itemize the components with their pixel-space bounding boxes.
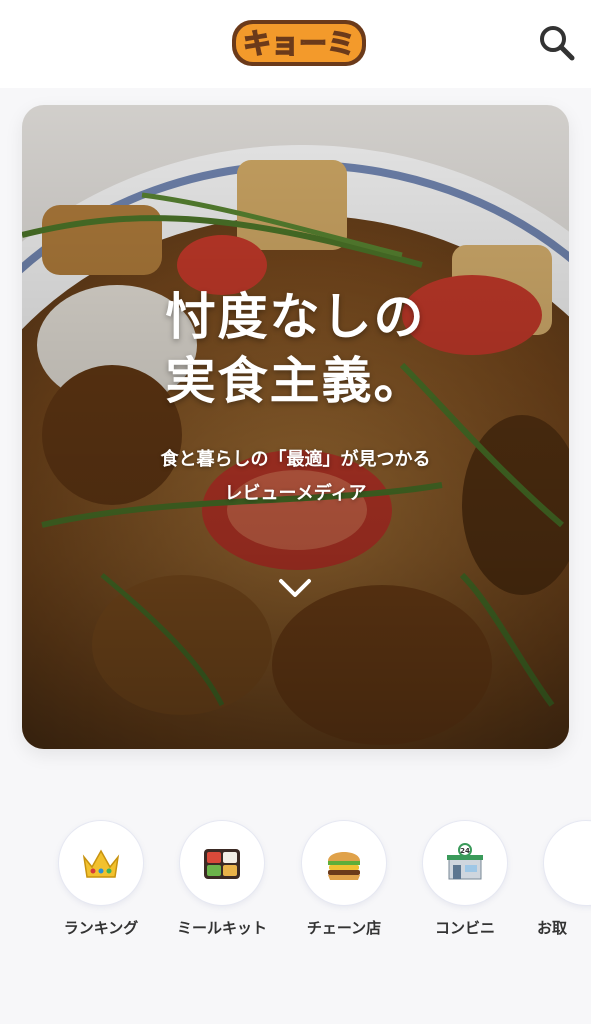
category-meal-kit-label: ミールキット (176, 919, 267, 937)
convenience-store-icon: 24 (447, 843, 483, 880)
category-chain-store[interactable]: チェーン店 (289, 820, 399, 938)
category-row[interactable]: ランキング ミールキット チェーン店 24 コンビニ お取 (0, 800, 591, 1000)
category-ranking[interactable]: ランキング (46, 820, 156, 938)
category-chain-store-circle (301, 820, 387, 906)
search-button[interactable] (536, 22, 578, 64)
hero-title-line-1: 忖度なしの (165, 288, 426, 346)
category-convenience-store-circle: 24 (422, 820, 508, 906)
crown-icon (82, 849, 120, 878)
category-partial[interactable]: お取 (531, 820, 591, 938)
svg-text:24: 24 (460, 847, 470, 855)
category-ranking-label: ランキング (63, 919, 139, 937)
category-ranking-circle (58, 820, 144, 906)
category-meal-kit[interactable]: ミールキット (167, 820, 277, 938)
bento-icon (204, 849, 240, 879)
app-header: キョーミ (0, 0, 591, 88)
search-icon (540, 26, 575, 61)
hero-subtitle-line-1: 食と暮らしの「最適」が見つかる (160, 449, 431, 470)
category-meal-kit-circle (179, 820, 265, 906)
hero-subtitle-line-2: レビューメディア (224, 483, 367, 504)
category-partial-circle (543, 820, 591, 906)
logo-text: キョーミ (243, 27, 355, 60)
category-partial-label: お取 (537, 919, 568, 937)
category-convenience-store-label: コンビニ (434, 919, 495, 937)
kyomi-logo[interactable]: キョーミ (228, 14, 370, 72)
chevron-down-icon (279, 579, 311, 597)
scroll-down-button[interactable] (277, 575, 313, 603)
burger-icon (328, 852, 360, 880)
hero-title: 忖度なしの 実食主義。 (22, 285, 569, 413)
category-chain-store-label: チェーン店 (306, 919, 382, 937)
category-convenience-store[interactable]: 24 コンビニ (410, 820, 520, 938)
hero-overlay (22, 105, 569, 749)
hero-title-line-2: 実食主義。 (165, 352, 426, 410)
hero-banner[interactable]: 忖度なしの 実食主義。 食と暮らしの「最適」が見つかる レビューメディア (22, 105, 569, 749)
hero-subtitle: 食と暮らしの「最適」が見つかる レビューメディア (22, 443, 569, 511)
